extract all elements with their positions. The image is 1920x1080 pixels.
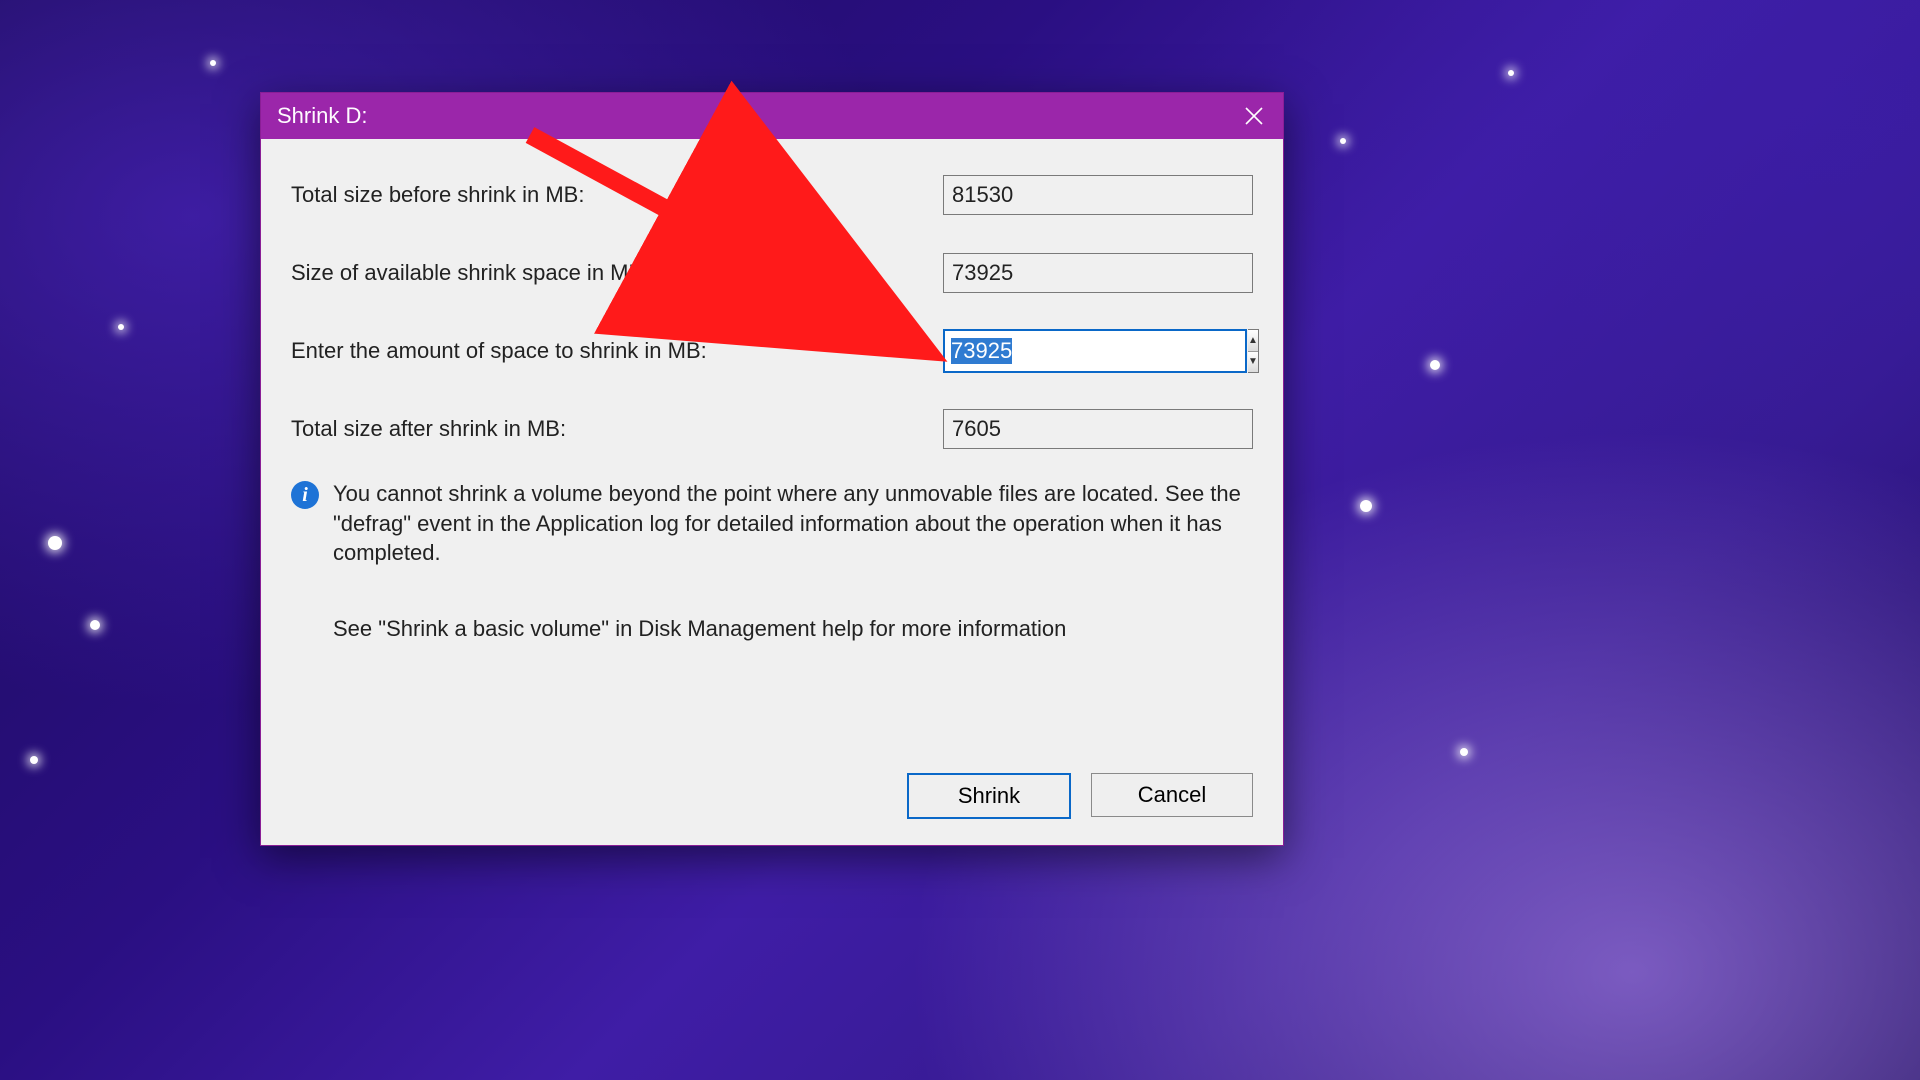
row-to-shrink: Enter the amount of space to shrink in M… <box>291 323 1253 379</box>
spinner-buttons: ▲ ▼ <box>1248 329 1259 373</box>
star-decoration <box>1460 748 1468 756</box>
label-total-before: Total size before shrink in MB: <box>291 182 943 208</box>
row-total-after: Total size after shrink in MB: 7605 <box>291 401 1253 457</box>
star-decoration <box>48 536 62 550</box>
cancel-button[interactable]: Cancel <box>1091 773 1253 817</box>
star-decoration <box>1340 138 1346 144</box>
dialog-titlebar[interactable]: Shrink D: <box>261 93 1283 139</box>
row-total-before: Total size before shrink in MB: 81530 <box>291 167 1253 223</box>
close-icon <box>1245 107 1263 125</box>
shrink-button-label: Shrink <box>958 783 1020 809</box>
value-total-after: 7605 <box>943 409 1253 449</box>
star-decoration <box>1508 70 1514 76</box>
shrink-amount-input[interactable] <box>943 329 1247 373</box>
value-total-before: 81530 <box>943 175 1253 215</box>
shrink-volume-dialog: Shrink D: Total size before shrink in MB… <box>260 92 1284 846</box>
spinner-up-button[interactable]: ▲ <box>1248 330 1258 351</box>
info-icon: i <box>291 481 319 509</box>
star-decoration <box>118 324 124 330</box>
label-available: Size of available shrink space in MB: <box>291 260 943 286</box>
dialog-content: Total size before shrink in MB: 81530 Si… <box>261 139 1283 642</box>
star-decoration <box>1430 360 1440 370</box>
label-total-after: Total size after shrink in MB: <box>291 416 943 442</box>
spinner-down-button[interactable]: ▼ <box>1248 351 1258 373</box>
dialog-buttons: Shrink Cancel <box>907 773 1253 819</box>
star-decoration <box>30 756 38 764</box>
star-decoration <box>210 60 216 66</box>
chevron-down-icon: ▼ <box>1248 356 1258 367</box>
info-section: i You cannot shrink a volume beyond the … <box>291 479 1253 568</box>
row-available: Size of available shrink space in MB: 73… <box>291 245 1253 301</box>
star-decoration <box>90 620 100 630</box>
info-text: You cannot shrink a volume beyond the po… <box>333 479 1253 568</box>
star-decoration <box>1360 500 1372 512</box>
dialog-title: Shrink D: <box>277 103 367 129</box>
shrink-amount-spinner[interactable]: ▲ ▼ <box>943 329 1253 373</box>
cancel-button-label: Cancel <box>1138 782 1206 808</box>
help-text: See "Shrink a basic volume" in Disk Mana… <box>333 616 1253 642</box>
label-to-shrink: Enter the amount of space to shrink in M… <box>291 338 943 364</box>
chevron-up-icon: ▲ <box>1248 335 1258 346</box>
close-button[interactable] <box>1225 93 1283 139</box>
shrink-button[interactable]: Shrink <box>907 773 1071 819</box>
value-available: 73925 <box>943 253 1253 293</box>
